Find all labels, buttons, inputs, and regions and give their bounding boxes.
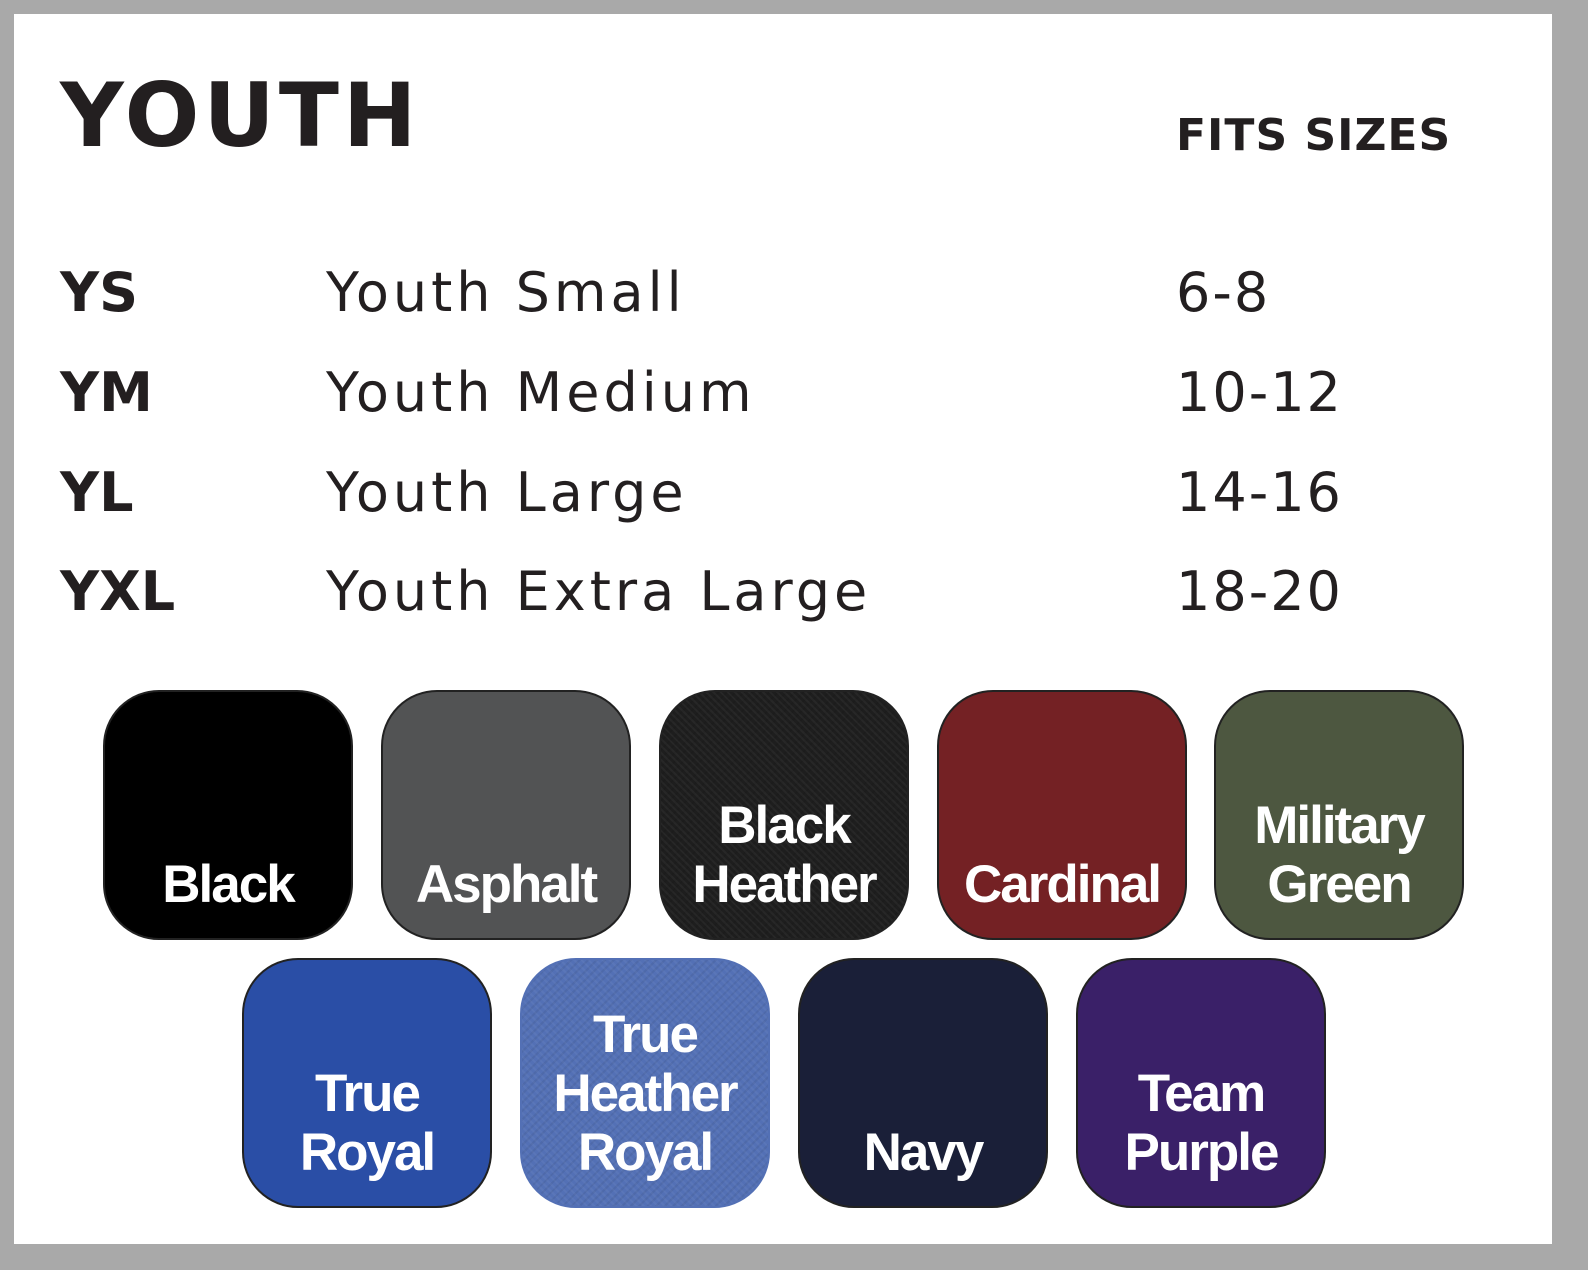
size-fit: 6-8 [1176, 261, 1271, 324]
size-code: YM [60, 361, 153, 424]
color-swatch-asphalt: Asphalt [381, 690, 631, 940]
size-name: Youth Large [326, 461, 688, 524]
size-fit: 10-12 [1176, 361, 1343, 424]
swatch-label: True Royal [299, 1064, 436, 1182]
swatch-label: Military Green [1254, 796, 1426, 914]
size-name: Youth Medium [326, 361, 756, 424]
color-swatch-black: Black [103, 690, 353, 940]
color-swatch-team-purple: Team Purple [1076, 958, 1326, 1208]
swatch-label: Black Heather [692, 796, 877, 914]
size-name: Youth Extra Large [326, 560, 872, 623]
color-swatch-military-green: Military Green [1214, 690, 1464, 940]
swatch-label: Asphalt [415, 855, 598, 914]
color-swatch-true-royal: True Royal [242, 958, 492, 1208]
swatch-label: Black [162, 855, 295, 914]
swatch-label: Team Purple [1124, 1064, 1280, 1182]
size-fit: 18-20 [1176, 560, 1343, 623]
size-code: YL [60, 461, 134, 524]
color-swatch-navy: Navy [798, 958, 1048, 1208]
size-chart-card: YOUTH FITS SIZES YS Youth Small 6-8 YM Y… [14, 14, 1552, 1244]
swatch-label: Navy [863, 1123, 985, 1182]
swatch-label: True Heather Royal [553, 1005, 738, 1182]
size-code: YXL [60, 560, 176, 623]
size-row-yl: YL Youth Large 14-16 [14, 458, 1552, 528]
size-code: YS [60, 261, 138, 324]
size-fit: 14-16 [1176, 461, 1343, 524]
fits-sizes-header: FITS SIZES [1176, 110, 1452, 161]
color-swatch-cardinal: Cardinal [937, 690, 1187, 940]
size-name: Youth Small [326, 261, 686, 324]
page-title: YOUTH [60, 64, 421, 167]
size-row-ys: YS Youth Small 6-8 [14, 258, 1552, 328]
size-row-yxl: YXL Youth Extra Large 18-20 [14, 557, 1552, 627]
color-swatch-black-heather: Black Heather [659, 690, 909, 940]
size-row-ym: YM Youth Medium 10-12 [14, 358, 1552, 428]
color-swatch-true-heather-royal: True Heather Royal [520, 958, 770, 1208]
swatch-label: Cardinal [963, 855, 1162, 914]
